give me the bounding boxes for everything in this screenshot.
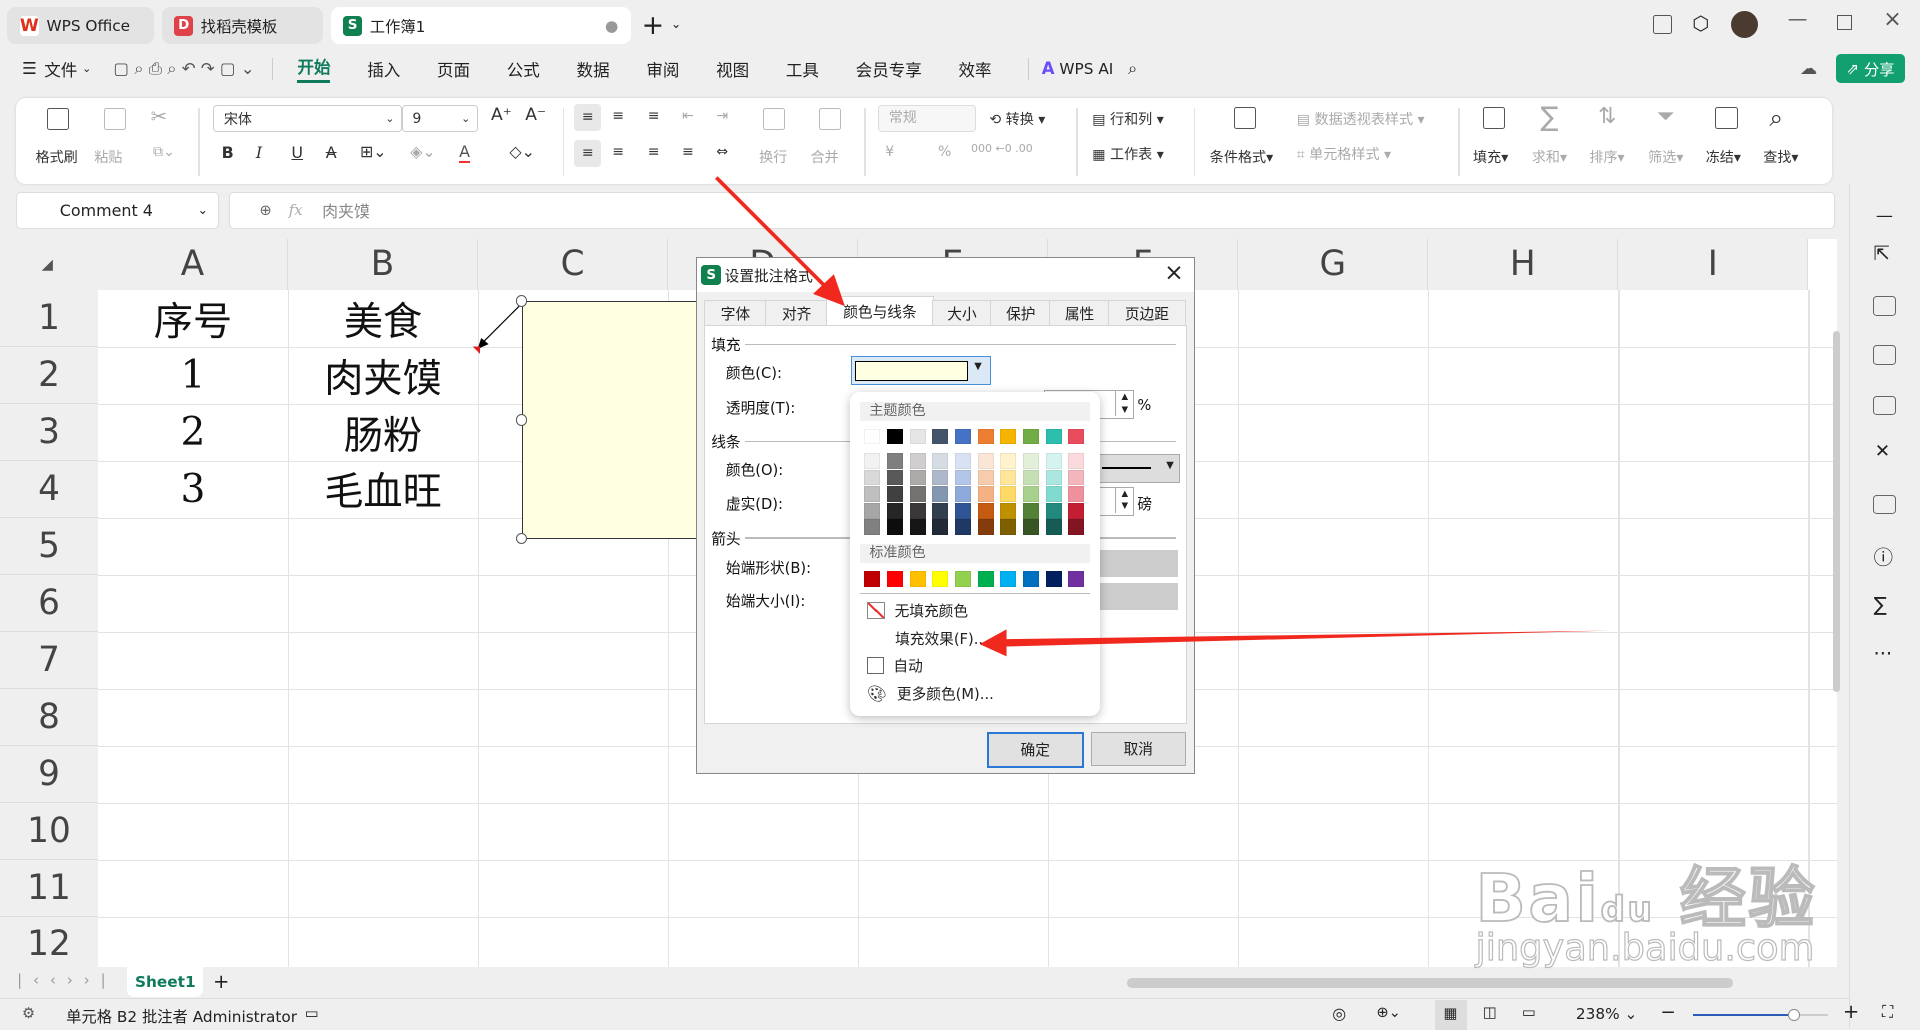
wps-spreadsheet-window: W WPS Office D 找稻壳模板 S 工作簿1 ● + ⌄ ⬡ — × ☰ 文件… — [0, 0, 1920, 1030]
watermark-url: jingyan.baidu.com — [1475, 925, 1815, 969]
